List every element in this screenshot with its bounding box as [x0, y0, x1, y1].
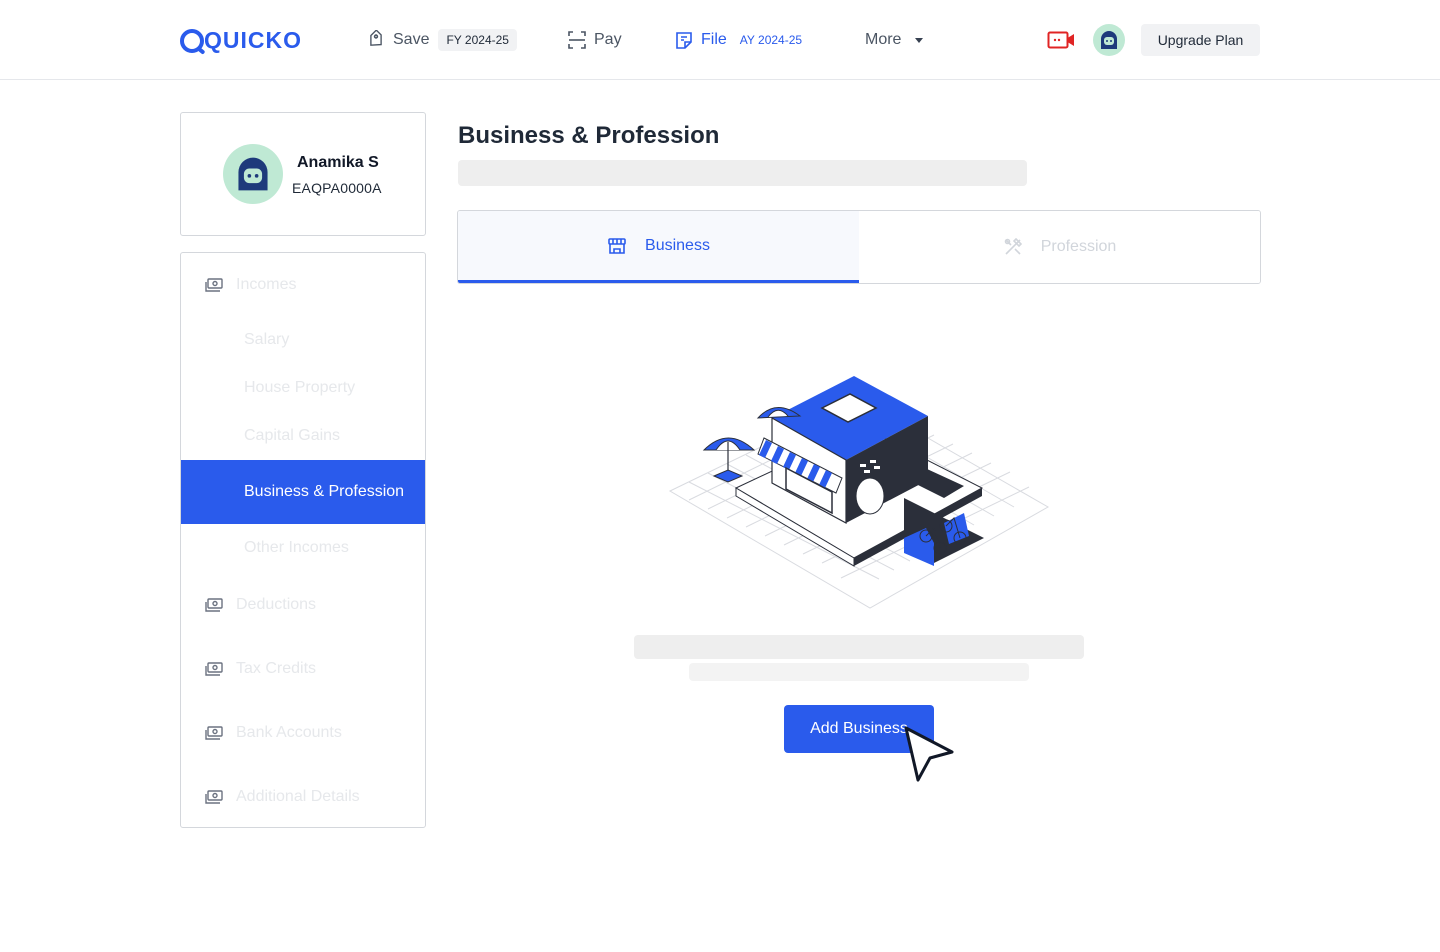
sidebar-item-bank-accounts[interactable]: Bank Accounts	[181, 723, 425, 743]
sidebar-item-label: Additional Details	[236, 788, 360, 805]
tab-profession-label: Profession	[1040, 238, 1117, 255]
quicko-logo[interactable]: QUICKO	[180, 27, 302, 54]
skeleton-text	[689, 663, 1029, 681]
nav-save-label: Save	[393, 31, 430, 48]
tab-business-label: Business	[645, 236, 710, 254]
cash-icon	[205, 790, 223, 804]
sidebar-item-deductions[interactable]: Deductions	[181, 595, 425, 615]
profile-name: Anamika S	[297, 154, 379, 171]
skeleton-subtitle	[458, 160, 1027, 186]
sidebar-item-tax-credits[interactable]: Tax Credits	[181, 659, 425, 679]
profile-avatar	[223, 144, 283, 204]
profile-card: Anamika S EAQPA0000A	[180, 112, 426, 236]
sidebar-item-incomes[interactable]: Incomes	[181, 275, 425, 295]
nav-save[interactable]: Save FY 2024-25	[366, 28, 517, 52]
sidebar-item-label: Incomes	[236, 276, 297, 293]
avatar-face-icon	[238, 157, 268, 191]
nav-file[interactable]: File AY 2024-25	[674, 28, 810, 52]
pointer-cursor-icon	[904, 726, 954, 782]
nav-pay-label: Pay	[594, 31, 622, 48]
fy-badge: FY 2024-25	[438, 29, 517, 51]
logo-q-mark	[180, 28, 204, 53]
nav-pay[interactable]: Pay	[567, 28, 622, 52]
cash-icon	[205, 598, 223, 612]
tag-icon	[366, 30, 386, 50]
sidebar-item-label: Deductions	[236, 596, 317, 613]
nav-more-label: More	[865, 31, 902, 48]
sidebar-item-label: Bank Accounts	[236, 724, 342, 741]
logo-text: QUICKO	[204, 27, 302, 53]
upgrade-plan-button[interactable]: Upgrade Plan	[1141, 24, 1260, 56]
sidebar-subitem-capital-gains[interactable]: Capital Gains	[244, 427, 340, 445]
tools-icon	[1003, 237, 1023, 257]
skeleton-heading	[634, 635, 1084, 659]
chevron-down-icon	[915, 37, 924, 43]
sidebar-subitem-business-profession[interactable]: Business & Profession	[181, 460, 425, 524]
cash-icon	[205, 726, 223, 740]
cash-icon	[205, 278, 223, 292]
scan-icon	[567, 30, 587, 50]
tab-business[interactable]: Business	[458, 211, 859, 283]
sidebar-subitem-salary[interactable]: Salary	[244, 331, 289, 349]
nav-more[interactable]: More	[865, 28, 924, 52]
file-note-icon	[674, 30, 694, 50]
profile-pan: EAQPA0000A	[292, 180, 382, 196]
page-title: Business & Profession	[458, 122, 720, 149]
tabs: Business Profession	[457, 210, 1261, 284]
sidebar-item-label: Tax Credits	[236, 660, 317, 677]
avatar-face-icon	[1101, 31, 1117, 49]
ay-badge: AY 2024-25	[739, 33, 803, 47]
shop-illustration	[668, 376, 1050, 609]
video-help-icon[interactable]	[1047, 30, 1075, 50]
sidebar-item-additional-details[interactable]: Additional Details	[181, 787, 425, 807]
cash-icon	[205, 662, 223, 676]
sidebar-item-label: Business & Profession	[244, 483, 405, 500]
top-header: QUICKO Save FY 2024-25 Pay File AY 2024-…	[0, 0, 1440, 80]
storefront-icon	[607, 236, 627, 256]
tab-profession[interactable]: Profession	[859, 211, 1260, 283]
user-avatar[interactable]	[1093, 24, 1125, 56]
sidebar-subitem-other-incomes[interactable]: Other Incomes	[244, 539, 349, 557]
sidebar-menu: Incomes Salary House Property Capital Ga…	[180, 252, 426, 828]
sidebar-subitem-house-property[interactable]: House Property	[244, 379, 355, 397]
nav-file-label: File	[701, 31, 727, 48]
